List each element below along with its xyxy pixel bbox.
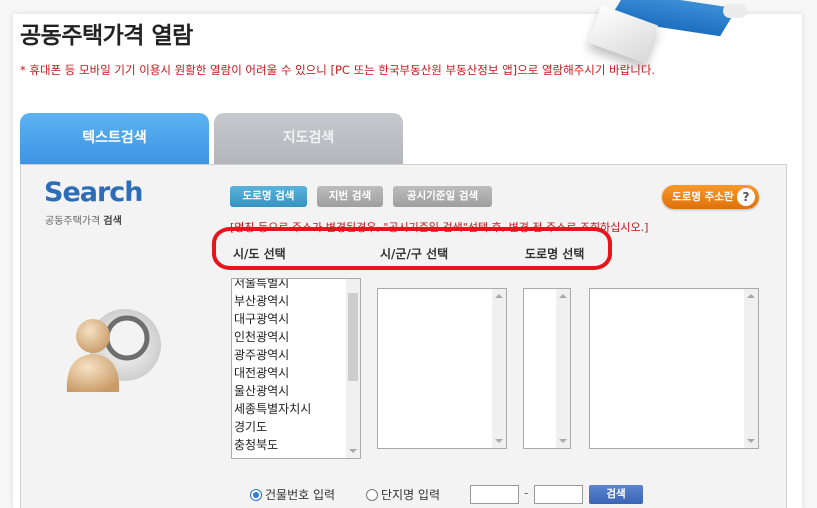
detail-scrollbar[interactable]	[744, 289, 758, 448]
scroll-down-arrow-icon[interactable]	[559, 439, 567, 443]
road-address-info-button[interactable]: 도로명 주소란 ?	[662, 185, 759, 209]
user-search-illustration-icon	[66, 309, 161, 392]
address-change-hint: [명칭 등으로 주소가 변경된경우, "공시기준일 검색"선택 후, 변경 전 …	[230, 221, 649, 234]
person-head-shape	[76, 319, 110, 353]
sido-option[interactable]: 인천광역시	[234, 328, 344, 346]
road-name-scrollbar[interactable]	[556, 289, 570, 448]
tab-text-search[interactable]: 텍스트검색	[20, 113, 209, 165]
sigungu-scrollbar[interactable]	[492, 289, 506, 448]
sido-label: 시/도 선택	[233, 247, 286, 261]
lot-number-search-button[interactable]: 지번 검색	[317, 186, 383, 207]
radio-selected-icon[interactable]	[250, 489, 262, 501]
logo-sub-bold: 검색	[103, 216, 122, 227]
scroll-up-arrow-icon[interactable]	[495, 294, 503, 298]
header-decoration-image	[573, 0, 817, 70]
scroll-up-arrow-icon[interactable]	[747, 294, 755, 298]
building-main-number-input[interactable]	[470, 485, 519, 504]
sido-scrollbar[interactable]	[346, 279, 360, 458]
road-name-listbox[interactable]	[523, 288, 571, 449]
road-name-search-button[interactable]: 도로명 검색	[230, 186, 307, 207]
sigungu-label: 시/군/구 선택	[380, 247, 449, 261]
reference-date-search-button[interactable]: 공시기준일 검색	[393, 186, 492, 207]
number-separator: -	[524, 486, 529, 500]
detail-listbox[interactable]	[589, 288, 759, 449]
search-logo-subtitle: 공동주택가격 검색	[45, 212, 122, 227]
page-container: 공동주택가격 열람 * 휴대폰 등 모바일 기기 이용시 원활한 열람이 어려울…	[13, 0, 802, 508]
sido-option[interactable]: 대전광역시	[234, 364, 344, 382]
page-title: 공동주택가격 열람	[20, 23, 193, 49]
sido-option[interactable]: 경기도	[234, 418, 344, 436]
scroll-down-arrow-icon[interactable]	[495, 439, 503, 443]
sido-option[interactable]: 부산광역시	[234, 292, 344, 310]
search-logo: Search	[44, 177, 144, 208]
building-sub-number-input[interactable]	[534, 485, 583, 504]
road-address-info-label: 도로명 주소란	[672, 191, 734, 203]
road-name-label: 도로명 선택	[525, 247, 585, 261]
mobile-notice: * 휴대폰 등 모바일 기기 이용시 원활한 열람이 어려울 수 있으니 [PC…	[20, 63, 656, 77]
building-number-label: 건물번호 입력	[265, 488, 336, 502]
sido-option[interactable]: 광주광역시	[234, 346, 344, 364]
sido-options: 서울특별시 부산광역시 대구광역시 인천광역시 광주광역시 대전광역시 울산광역…	[234, 279, 344, 454]
logo-sub-light: 공동주택가격	[45, 216, 101, 227]
sido-option[interactable]: 세종특별자치시	[234, 400, 344, 418]
building-number-radio[interactable]: 건물번호 입력	[250, 486, 335, 503]
sido-option[interactable]: 대구광역시	[234, 310, 344, 328]
search-button[interactable]: 검색	[589, 485, 643, 504]
complex-name-radio[interactable]: 단지명 입력	[366, 486, 440, 503]
search-panel: Search 공동주택가격 검색 도로명 검색 지번 검색 공시기준일 검색 도…	[20, 164, 787, 508]
scrollbar-thumb[interactable]	[348, 293, 358, 381]
complex-name-label: 단지명 입력	[381, 488, 441, 502]
scroll-down-arrow-icon[interactable]	[747, 439, 755, 443]
sigungu-listbox[interactable]	[377, 288, 507, 449]
sido-listbox[interactable]: 서울특별시 부산광역시 대구광역시 인천광역시 광주광역시 대전광역시 울산광역…	[231, 278, 361, 459]
magnifier-shape	[104, 315, 150, 361]
sido-option[interactable]: 서울특별시	[234, 279, 344, 292]
decoration-cylinder	[723, 4, 747, 18]
help-icon: ?	[737, 188, 755, 206]
tab-map-search[interactable]: 지도검색	[214, 113, 403, 165]
scroll-up-arrow-icon[interactable]	[559, 294, 567, 298]
radio-unselected-icon[interactable]	[366, 489, 378, 501]
scroll-down-arrow-icon[interactable]	[349, 449, 357, 453]
sido-option[interactable]: 충청북도	[234, 436, 344, 454]
sido-option[interactable]: 울산광역시	[234, 382, 344, 400]
